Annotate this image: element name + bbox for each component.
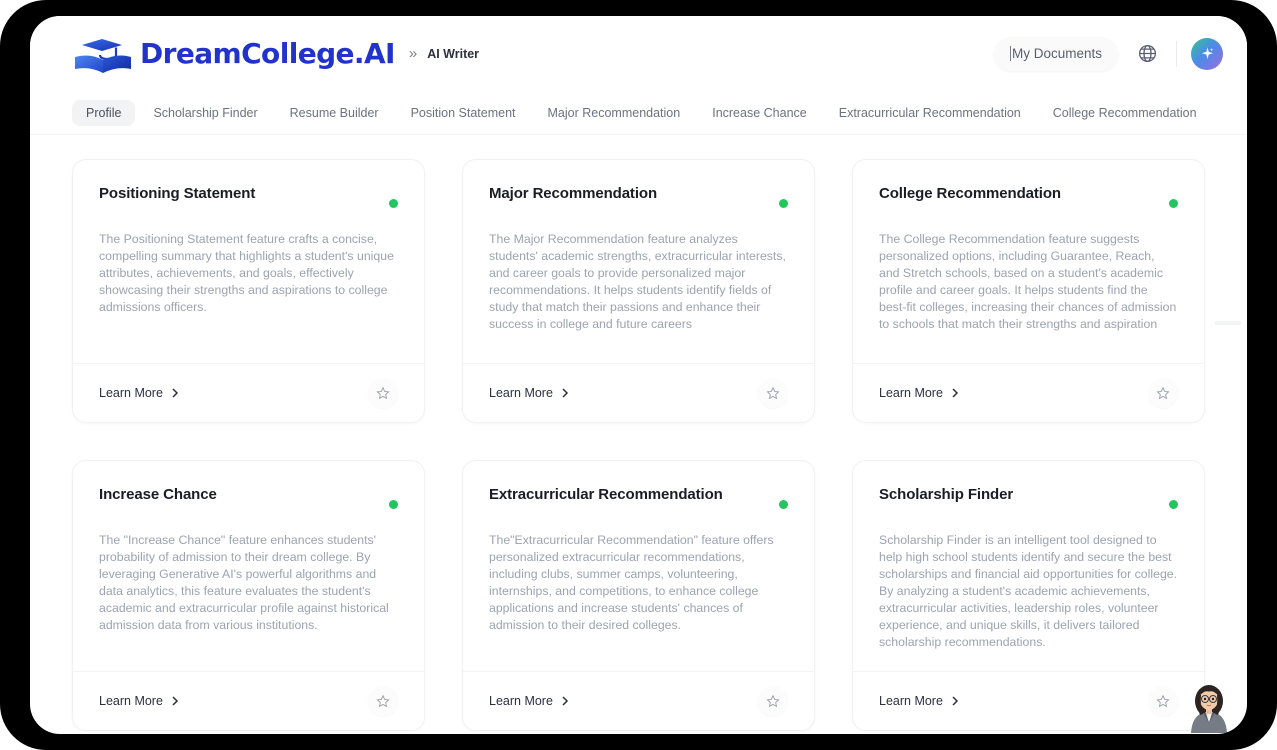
top-bar: DreamCollege.AI » AI Writer My Documents: [30, 16, 1247, 91]
star-outline-icon: [1156, 694, 1170, 708]
status-badge: [389, 199, 398, 208]
breadcrumb-current: AI Writer: [427, 46, 480, 61]
card-header: Scholarship Finder: [879, 486, 1178, 524]
card-description: The Major Recommendation feature analyze…: [489, 232, 786, 331]
tab-major-recommendation[interactable]: Major Recommendation: [534, 100, 695, 126]
chevron-right-icon: [562, 388, 568, 398]
card-title: Major Recommendation: [489, 185, 658, 202]
status-badge: [779, 500, 788, 509]
learn-more-label: Learn More: [489, 693, 553, 708]
learn-more-link[interactable]: Learn More: [489, 694, 571, 708]
feature-card-major-recommendation[interactable]: Major Recommendation The Major Recommend…: [462, 159, 815, 423]
star-outline-icon: [766, 694, 780, 708]
status-badge: [779, 199, 788, 208]
feature-card-grid: Positioning Statement The Positioning St…: [72, 159, 1205, 731]
status-badge: [389, 500, 398, 509]
tab-college-recommendation[interactable]: College Recommendation: [1039, 100, 1211, 126]
star-outline-icon: [766, 386, 780, 400]
feature-card-positioning-statement[interactable]: Positioning Statement The Positioning St…: [72, 159, 425, 423]
card-body: Positioning Statement The Positioning St…: [73, 160, 424, 363]
card-title: College Recommendation: [879, 185, 1061, 202]
card-header: Extracurricular Recommendation: [489, 486, 788, 524]
app-screen: DreamCollege.AI » AI Writer My Documents: [30, 16, 1247, 734]
card-description: The"Extracurricular Recommendation" feat…: [489, 533, 774, 632]
avatar[interactable]: [1191, 37, 1223, 70]
feature-card-extracurricular-recommendation[interactable]: Extracurricular Recommendation The"Extra…: [462, 460, 815, 731]
card-header: Increase Chance: [99, 486, 398, 524]
my-documents-button[interactable]: My Documents: [993, 36, 1118, 71]
card-footer: Learn More: [853, 363, 1204, 422]
card-description: The Positioning Statement feature crafts…: [99, 232, 394, 314]
chevron-right-icon: [172, 696, 178, 706]
card-description: The College Recommendation feature sugge…: [879, 232, 1177, 331]
learn-more-label: Learn More: [879, 386, 943, 400]
tab-extracurricular-recommendation[interactable]: Extracurricular Recommendation: [825, 100, 1035, 126]
learn-more-label: Learn More: [99, 386, 163, 400]
chevron-right-icon: [172, 388, 178, 398]
star-outline-icon: [376, 694, 390, 708]
learn-more-label: Learn More: [879, 693, 943, 708]
chevron-right-icon: [562, 696, 568, 706]
card-footer: Learn More: [463, 670, 814, 730]
brand-logo[interactable]: DreamCollege.AI: [72, 33, 395, 75]
learn-more-link[interactable]: Learn More: [99, 694, 181, 708]
scrollbar[interactable]: [1215, 321, 1241, 325]
tab-profile[interactable]: Profile: [72, 99, 136, 126]
card-body: Scholarship Finder Scholarship Finder is…: [853, 461, 1204, 671]
card-footer: Learn More: [853, 670, 1204, 730]
device-frame: DreamCollege.AI » AI Writer My Documents: [0, 0, 1277, 750]
toolbar-divider: [1176, 40, 1177, 67]
top-bar-actions: My Documents: [993, 36, 1223, 71]
tab-increase-chance[interactable]: Increase Chance: [698, 100, 821, 126]
favorite-button[interactable]: [368, 378, 398, 408]
card-title: Positioning Statement: [99, 185, 256, 202]
card-header: Positioning Statement: [99, 185, 398, 223]
card-footer: Learn More: [463, 363, 814, 422]
learn-more-link[interactable]: Learn More: [489, 386, 571, 400]
favorite-button[interactable]: [758, 685, 788, 716]
chevron-right-icon: [952, 388, 958, 398]
tab-scholarship-finder[interactable]: Scholarship Finder: [139, 100, 271, 126]
star-outline-icon: [376, 386, 390, 400]
breadcrumb-separator-icon: »: [408, 45, 418, 62]
brand-name: DreamCollege.AI: [140, 37, 395, 70]
learn-more-link[interactable]: Learn More: [879, 386, 961, 400]
chevron-right-icon: [952, 696, 958, 706]
assistant-avatar-icon[interactable]: [1181, 677, 1237, 733]
tab-resume-builder[interactable]: Resume Builder: [276, 100, 393, 126]
favorite-button[interactable]: [758, 378, 788, 408]
card-title: Scholarship Finder: [879, 486, 1014, 503]
tab-bar: Profile Scholarship Finder Resume Builde…: [30, 91, 1247, 135]
feature-card-increase-chance[interactable]: Increase Chance The "Increase Chance" fe…: [72, 460, 425, 731]
globe-icon[interactable]: [1132, 39, 1162, 69]
card-header: Major Recommendation: [489, 185, 788, 223]
card-title: Increase Chance: [99, 486, 217, 503]
card-body: Extracurricular Recommendation The"Extra…: [463, 461, 814, 671]
status-badge: [1169, 500, 1178, 509]
learn-more-link[interactable]: Learn More: [99, 386, 181, 400]
sparkle-icon: [1201, 47, 1213, 60]
card-description: The "Increase Chance" feature enhances s…: [99, 533, 389, 632]
feature-card-college-recommendation[interactable]: College Recommendation The College Recom…: [852, 159, 1205, 423]
learn-more-link[interactable]: Learn More: [879, 694, 961, 708]
favorite-button[interactable]: [1148, 378, 1178, 408]
learn-more-label: Learn More: [99, 693, 163, 708]
status-badge: [1169, 199, 1178, 208]
card-footer: Learn More: [73, 363, 424, 422]
card-footer: Learn More: [73, 670, 424, 730]
card-body: College Recommendation The College Recom…: [853, 160, 1204, 363]
tab-position-statement[interactable]: Position Statement: [397, 100, 530, 126]
card-body: Increase Chance The "Increase Chance" fe…: [73, 461, 424, 671]
feature-card-grid-container: Positioning Statement The Positioning St…: [30, 135, 1247, 733]
card-header: College Recommendation: [879, 185, 1178, 223]
learn-more-label: Learn More: [489, 386, 553, 400]
card-description: Scholarship Finder is an intelligent too…: [879, 533, 1178, 649]
star-outline-icon: [1156, 386, 1170, 400]
favorite-button[interactable]: [1148, 685, 1178, 716]
graduation-cap-book-icon: [72, 33, 136, 75]
favorite-button[interactable]: [368, 685, 398, 716]
card-title: Extracurricular Recommendation: [489, 486, 723, 503]
feature-card-scholarship-finder[interactable]: Scholarship Finder Scholarship Finder is…: [852, 460, 1205, 731]
card-body: Major Recommendation The Major Recommend…: [463, 160, 814, 363]
